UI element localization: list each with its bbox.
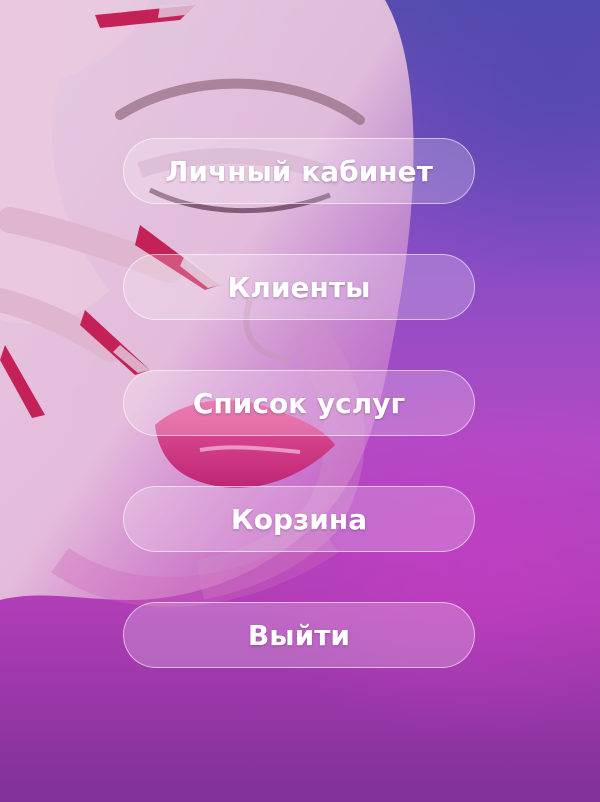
clients-button[interactable]: Клиенты (123, 254, 475, 320)
services-list-button[interactable]: Список услуг (123, 370, 475, 436)
cart-button[interactable]: Корзина (123, 486, 475, 552)
personal-account-button[interactable]: Личный кабинет (123, 138, 475, 204)
logout-button[interactable]: Выйти (123, 602, 475, 668)
main-menu: Личный кабинет Клиенты Список услуг Корз… (0, 0, 600, 802)
main-menu-screen: Личный кабинет Клиенты Список услуг Корз… (0, 0, 600, 802)
